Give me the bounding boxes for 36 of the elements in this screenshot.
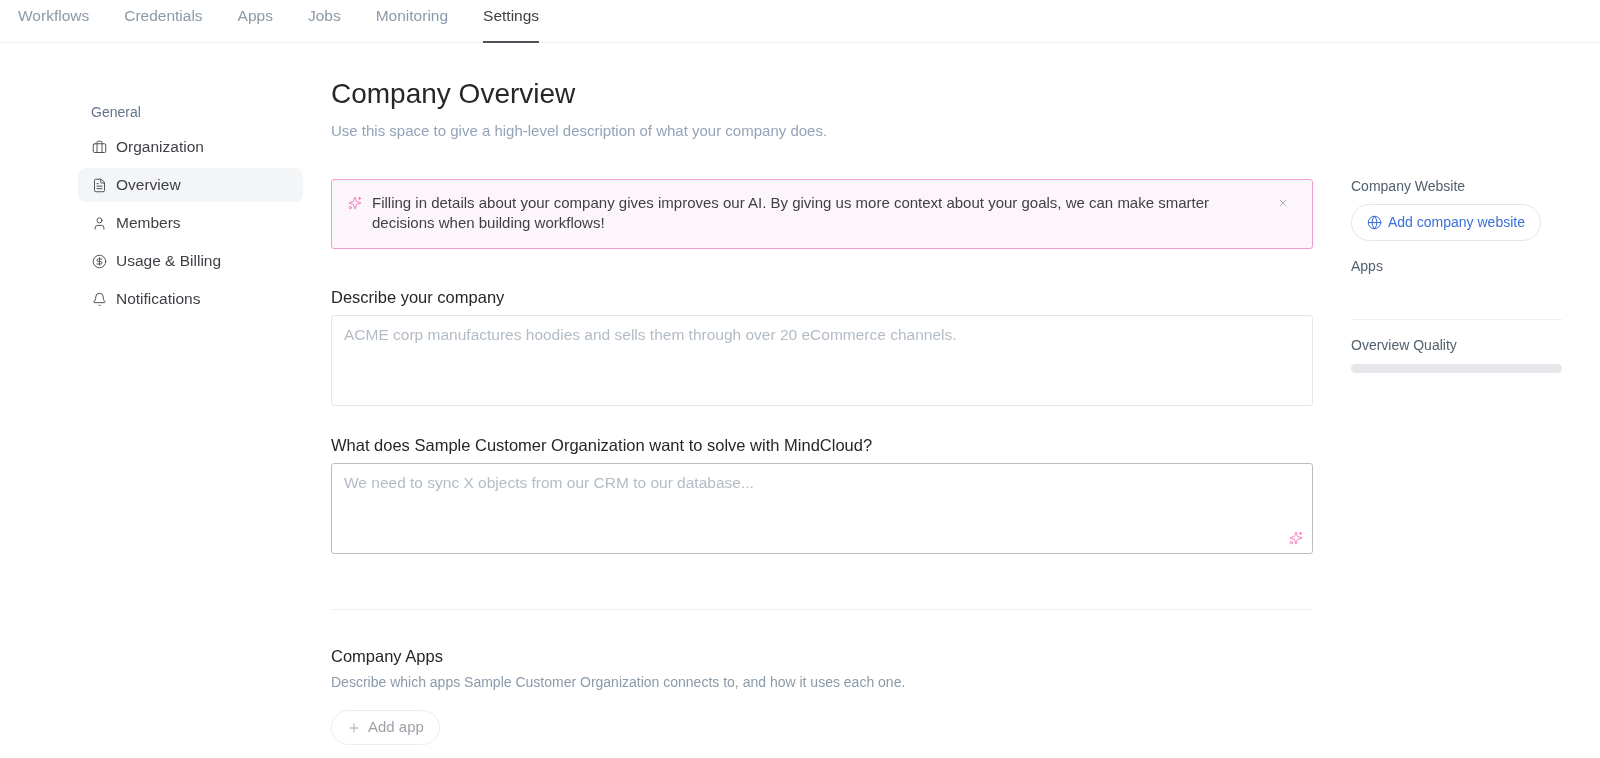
close-button[interactable] (1277, 197, 1289, 209)
dollar-coin-icon (92, 253, 107, 269)
sidebar-item[interactable]: Organization (78, 130, 303, 164)
nav-tab[interactable]: Jobs (307, 0, 341, 43)
add-app-button[interactable]: Add app (331, 710, 440, 745)
field-label: Describe your company (331, 287, 505, 307)
sparkle-icon (348, 196, 362, 210)
person-icon (92, 215, 107, 231)
document-icon (92, 177, 107, 193)
nav-tab[interactable]: Workflows (18, 0, 90, 43)
page-subtitle: Use this space to give a high-level description of what your company does. (331, 121, 828, 141)
text-area[interactable]: We need to sync X objects from our CRM to our database... (331, 463, 1313, 554)
apps-label: Apps (1351, 257, 1383, 276)
nav-tab[interactable]: Apps (237, 0, 273, 43)
bell-icon (92, 291, 107, 307)
close-icon (1277, 197, 1289, 209)
globe-icon (1367, 215, 1382, 230)
nav-tab[interactable]: Credentials (124, 0, 203, 43)
plus-icon (347, 720, 361, 735)
sidebar-item[interactable]: Notifications (78, 282, 303, 316)
sidebar-item[interactable]: Members (78, 206, 303, 240)
nav-tab[interactable]: Monitoring (375, 0, 449, 43)
nav-tab[interactable]: Settings (483, 0, 540, 43)
briefcase-icon (92, 139, 107, 155)
notice-text: Filling in details about your company gives improves our AI. By giving us more context about your goals, we can make smarter decisions when building workflows! (372, 193, 1211, 233)
section-heading: General (90, 103, 141, 122)
field-label: What does Sample Customer Organization want to solve with MindCloud? (331, 435, 873, 455)
add-website-button[interactable]: Add company website (1351, 204, 1541, 241)
section-description: Describe which apps Sample Customer Organization connects to, and how it uses each one. (331, 673, 906, 692)
sparkle-icon[interactable] (1289, 531, 1303, 545)
page-title: Company Overview (331, 79, 576, 109)
section-title: Company Apps (331, 646, 443, 667)
sidebar-item[interactable]: Overview (78, 168, 303, 202)
website-label: Company Website (1351, 177, 1466, 196)
quality-label: Overview Quality (1351, 336, 1457, 355)
sidebar-item[interactable]: Usage & Billing (78, 244, 303, 278)
